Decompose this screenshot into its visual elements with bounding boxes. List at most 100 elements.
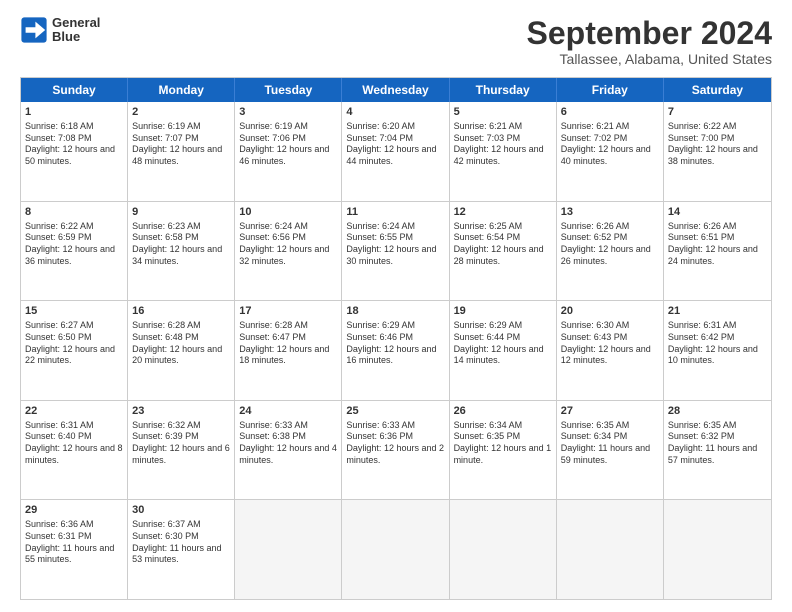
calendar-week-row: 29Sunrise: 6:36 AMSunset: 6:31 PMDayligh… (21, 500, 771, 599)
day-number: 17 (239, 304, 337, 319)
calendar-cell (557, 500, 664, 599)
day-info: Sunrise: 6:33 AMSunset: 6:38 PMDaylight:… (239, 420, 337, 467)
calendar-cell: 27Sunrise: 6:35 AMSunset: 6:34 PMDayligh… (557, 401, 664, 500)
day-number: 18 (346, 304, 444, 319)
day-info: Sunrise: 6:20 AMSunset: 7:04 PMDaylight:… (346, 121, 444, 168)
calendar-cell: 4Sunrise: 6:20 AMSunset: 7:04 PMDaylight… (342, 102, 449, 201)
day-info: Sunrise: 6:26 AMSunset: 6:51 PMDaylight:… (668, 221, 767, 268)
calendar-cell: 15Sunrise: 6:27 AMSunset: 6:50 PMDayligh… (21, 301, 128, 400)
calendar-cell: 14Sunrise: 6:26 AMSunset: 6:51 PMDayligh… (664, 202, 771, 301)
calendar-cell: 11Sunrise: 6:24 AMSunset: 6:55 PMDayligh… (342, 202, 449, 301)
logo: General Blue (20, 16, 100, 45)
day-info: Sunrise: 6:24 AMSunset: 6:55 PMDaylight:… (346, 221, 444, 268)
day-info: Sunrise: 6:34 AMSunset: 6:35 PMDaylight:… (454, 420, 552, 467)
day-info: Sunrise: 6:36 AMSunset: 6:31 PMDaylight:… (25, 519, 123, 566)
calendar-cell: 1Sunrise: 6:18 AMSunset: 7:08 PMDaylight… (21, 102, 128, 201)
day-info: Sunrise: 6:24 AMSunset: 6:56 PMDaylight:… (239, 221, 337, 268)
day-info: Sunrise: 6:31 AMSunset: 6:42 PMDaylight:… (668, 320, 767, 367)
calendar-cell: 16Sunrise: 6:28 AMSunset: 6:48 PMDayligh… (128, 301, 235, 400)
day-info: Sunrise: 6:28 AMSunset: 6:47 PMDaylight:… (239, 320, 337, 367)
main-title: September 2024 (527, 16, 772, 51)
day-number: 27 (561, 404, 659, 419)
calendar-cell: 13Sunrise: 6:26 AMSunset: 6:52 PMDayligh… (557, 202, 664, 301)
calendar-cell: 3Sunrise: 6:19 AMSunset: 7:06 PMDaylight… (235, 102, 342, 201)
day-number: 19 (454, 304, 552, 319)
calendar-cell: 5Sunrise: 6:21 AMSunset: 7:03 PMDaylight… (450, 102, 557, 201)
calendar-week-row: 15Sunrise: 6:27 AMSunset: 6:50 PMDayligh… (21, 301, 771, 401)
day-info: Sunrise: 6:19 AMSunset: 7:06 PMDaylight:… (239, 121, 337, 168)
logo-text: General Blue (52, 16, 100, 45)
day-info: Sunrise: 6:28 AMSunset: 6:48 PMDaylight:… (132, 320, 230, 367)
calendar-cell: 30Sunrise: 6:37 AMSunset: 6:30 PMDayligh… (128, 500, 235, 599)
day-number: 28 (668, 404, 767, 419)
day-info: Sunrise: 6:22 AMSunset: 6:59 PMDaylight:… (25, 221, 123, 268)
day-number: 15 (25, 304, 123, 319)
day-info: Sunrise: 6:35 AMSunset: 6:34 PMDaylight:… (561, 420, 659, 467)
calendar-cell: 10Sunrise: 6:24 AMSunset: 6:56 PMDayligh… (235, 202, 342, 301)
calendar-cell: 20Sunrise: 6:30 AMSunset: 6:43 PMDayligh… (557, 301, 664, 400)
calendar-cell (342, 500, 449, 599)
calendar-cell: 6Sunrise: 6:21 AMSunset: 7:02 PMDaylight… (557, 102, 664, 201)
calendar-cell (450, 500, 557, 599)
weekday-header: Friday (557, 78, 664, 102)
calendar-cell (664, 500, 771, 599)
day-number: 20 (561, 304, 659, 319)
day-info: Sunrise: 6:27 AMSunset: 6:50 PMDaylight:… (25, 320, 123, 367)
calendar-cell: 24Sunrise: 6:33 AMSunset: 6:38 PMDayligh… (235, 401, 342, 500)
calendar-week-row: 22Sunrise: 6:31 AMSunset: 6:40 PMDayligh… (21, 401, 771, 501)
title-area: September 2024 Tallassee, Alabama, Unite… (527, 16, 772, 67)
day-number: 23 (132, 404, 230, 419)
day-info: Sunrise: 6:23 AMSunset: 6:58 PMDaylight:… (132, 221, 230, 268)
weekday-header: Wednesday (342, 78, 449, 102)
day-number: 13 (561, 205, 659, 220)
day-info: Sunrise: 6:33 AMSunset: 6:36 PMDaylight:… (346, 420, 444, 467)
day-number: 30 (132, 503, 230, 518)
header: General Blue September 2024 Tallassee, A… (20, 16, 772, 67)
day-number: 1 (25, 105, 123, 120)
day-number: 8 (25, 205, 123, 220)
calendar-cell (235, 500, 342, 599)
calendar-cell: 25Sunrise: 6:33 AMSunset: 6:36 PMDayligh… (342, 401, 449, 500)
weekday-header: Saturday (664, 78, 771, 102)
day-info: Sunrise: 6:37 AMSunset: 6:30 PMDaylight:… (132, 519, 230, 566)
calendar-cell: 26Sunrise: 6:34 AMSunset: 6:35 PMDayligh… (450, 401, 557, 500)
day-info: Sunrise: 6:22 AMSunset: 7:00 PMDaylight:… (668, 121, 767, 168)
day-info: Sunrise: 6:32 AMSunset: 6:39 PMDaylight:… (132, 420, 230, 467)
calendar: SundayMondayTuesdayWednesdayThursdayFrid… (20, 77, 772, 600)
logo-icon (20, 16, 48, 44)
day-number: 14 (668, 205, 767, 220)
day-number: 4 (346, 105, 444, 120)
calendar-cell: 28Sunrise: 6:35 AMSunset: 6:32 PMDayligh… (664, 401, 771, 500)
weekday-header: Thursday (450, 78, 557, 102)
day-number: 9 (132, 205, 230, 220)
day-number: 12 (454, 205, 552, 220)
calendar-week-row: 8Sunrise: 6:22 AMSunset: 6:59 PMDaylight… (21, 202, 771, 302)
day-number: 16 (132, 304, 230, 319)
day-info: Sunrise: 6:26 AMSunset: 6:52 PMDaylight:… (561, 221, 659, 268)
day-number: 6 (561, 105, 659, 120)
calendar-cell: 19Sunrise: 6:29 AMSunset: 6:44 PMDayligh… (450, 301, 557, 400)
calendar-cell: 29Sunrise: 6:36 AMSunset: 6:31 PMDayligh… (21, 500, 128, 599)
weekday-header: Tuesday (235, 78, 342, 102)
day-number: 5 (454, 105, 552, 120)
calendar-cell: 22Sunrise: 6:31 AMSunset: 6:40 PMDayligh… (21, 401, 128, 500)
day-info: Sunrise: 6:18 AMSunset: 7:08 PMDaylight:… (25, 121, 123, 168)
weekday-header: Monday (128, 78, 235, 102)
day-info: Sunrise: 6:35 AMSunset: 6:32 PMDaylight:… (668, 420, 767, 467)
calendar-cell: 18Sunrise: 6:29 AMSunset: 6:46 PMDayligh… (342, 301, 449, 400)
calendar-cell: 8Sunrise: 6:22 AMSunset: 6:59 PMDaylight… (21, 202, 128, 301)
day-info: Sunrise: 6:19 AMSunset: 7:07 PMDaylight:… (132, 121, 230, 168)
calendar-header: SundayMondayTuesdayWednesdayThursdayFrid… (21, 78, 771, 102)
day-number: 29 (25, 503, 123, 518)
subtitle: Tallassee, Alabama, United States (527, 51, 772, 67)
day-info: Sunrise: 6:30 AMSunset: 6:43 PMDaylight:… (561, 320, 659, 367)
day-number: 2 (132, 105, 230, 120)
day-number: 10 (239, 205, 337, 220)
day-info: Sunrise: 6:25 AMSunset: 6:54 PMDaylight:… (454, 221, 552, 268)
calendar-body: 1Sunrise: 6:18 AMSunset: 7:08 PMDaylight… (21, 102, 771, 599)
day-number: 22 (25, 404, 123, 419)
calendar-cell: 21Sunrise: 6:31 AMSunset: 6:42 PMDayligh… (664, 301, 771, 400)
day-number: 24 (239, 404, 337, 419)
day-number: 21 (668, 304, 767, 319)
day-info: Sunrise: 6:29 AMSunset: 6:46 PMDaylight:… (346, 320, 444, 367)
